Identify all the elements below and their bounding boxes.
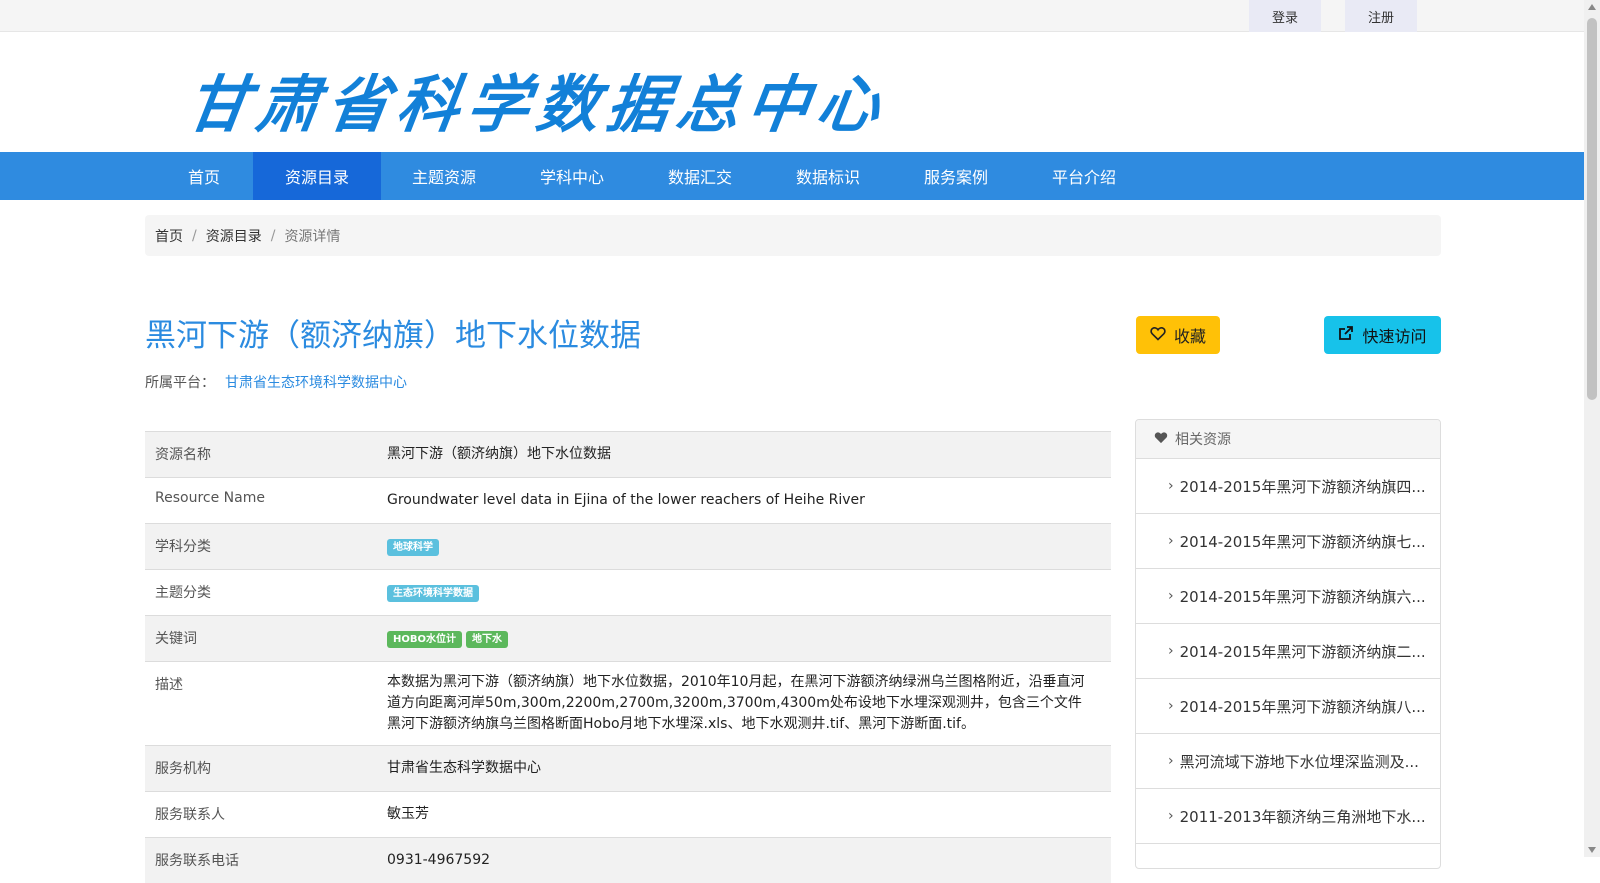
related-resources-panel: 相关资源 › 2014-2015年黑河下游额济纳旗四... › 2014-2015年… bbox=[1135, 419, 1441, 869]
related-resources-title: 相关资源 bbox=[1175, 432, 1231, 448]
main-nav: 首页 资源目录 主题资源 学科中心 数据汇交 数据标识 服务案例 平台介绍 bbox=[0, 152, 1584, 200]
detail-label: Resource Name bbox=[155, 490, 265, 506]
breadcrumb: 首页 / 资源目录 / 资源详情 bbox=[145, 215, 1441, 256]
detail-row-keywords: 关键词 HOBO水位计 地下水 bbox=[145, 615, 1111, 661]
chevron-right-icon: › bbox=[1168, 753, 1174, 769]
scrollbar-thumb[interactable] bbox=[1587, 18, 1597, 400]
detail-value: 甘肃省生态科学数据中心 bbox=[387, 760, 541, 776]
platform-link[interactable]: 甘肃省生态环境科学数据中心 bbox=[225, 375, 407, 391]
nav-item-theme-resources[interactable]: 主题资源 bbox=[380, 152, 508, 200]
nav-item-data-identifier[interactable]: 数据标识 bbox=[764, 152, 892, 200]
related-item[interactable]: › 2014-2015年黑河下游额济纳旗二... bbox=[1136, 624, 1440, 679]
nav-item-resource-catalog[interactable]: 资源目录 bbox=[253, 152, 381, 200]
related-item[interactable]: › 黑河流域下游地下水位埋深监测及... bbox=[1136, 734, 1440, 789]
detail-label: 服务联系人 bbox=[155, 807, 225, 823]
related-item-label: 2011-2013年额济纳三角洲地下水... bbox=[1179, 807, 1426, 826]
related-item[interactable]: › 2011-2013年额济纳三角洲地下水... bbox=[1136, 789, 1440, 844]
detail-label: 关键词 bbox=[155, 631, 197, 647]
chevron-right-icon: › bbox=[1168, 478, 1174, 494]
detail-value: HOBO水位计 地下水 bbox=[387, 616, 1111, 661]
platform-line: 所属平台： 甘肃省生态环境科学数据中心 bbox=[145, 372, 407, 392]
top-utility-bar: 登录 注册 bbox=[0, 0, 1584, 32]
detail-value: Groundwater level data in Ejina of the l… bbox=[387, 492, 865, 508]
nav-item-platform-intro[interactable]: 平台介绍 bbox=[1020, 152, 1148, 200]
breadcrumb-separator: / bbox=[270, 227, 276, 244]
detail-value: 黑河下游（额济纳旗）地下水位数据 bbox=[387, 446, 611, 462]
breadcrumb-separator: / bbox=[192, 227, 197, 244]
detail-row-name: 资源名称 黑河下游（额济纳旗）地下水位数据 bbox=[145, 431, 1111, 477]
related-item-label: 2014-2015年黑河下游额济纳旗七... bbox=[1179, 532, 1426, 551]
heart-icon bbox=[1154, 431, 1168, 448]
resource-detail-table: 资源名称 黑河下游（额济纳旗）地下水位数据 Resource Name Grou… bbox=[145, 431, 1111, 883]
scroll-down-arrow-icon[interactable] bbox=[1588, 847, 1596, 853]
detail-value: 本数据为黑河下游（额济纳旗）地下水位数据，2010年10月起，在黑河下游额济纳绿… bbox=[387, 674, 1085, 732]
keyword-tag[interactable]: 地下水 bbox=[466, 631, 508, 648]
page-title: 黑河下游（额济纳旗）地下水位数据 bbox=[145, 318, 641, 354]
quick-access-label: 快速访问 bbox=[1362, 327, 1427, 346]
detail-row-subject: 学科分类 地球科学 bbox=[145, 523, 1111, 569]
detail-value: 地球科学 bbox=[387, 524, 1111, 569]
related-resources-header: 相关资源 bbox=[1136, 420, 1440, 459]
detail-label: 服务联系电话 bbox=[155, 853, 239, 869]
nav-item-service-cases[interactable]: 服务案例 bbox=[892, 152, 1020, 200]
login-button[interactable]: 登录 bbox=[1249, 0, 1321, 32]
theme-tag[interactable]: 生态环境科学数据 bbox=[387, 585, 479, 602]
detail-label: 资源名称 bbox=[155, 447, 211, 463]
chevron-right-icon: › bbox=[1168, 643, 1174, 659]
detail-row-organization: 服务机构 甘肃省生态科学数据中心 bbox=[145, 745, 1111, 791]
site-logo[interactable]: 甘肃省科学数据总中心 bbox=[182, 54, 895, 144]
detail-value: 生态环境科学数据 bbox=[387, 570, 1111, 615]
detail-row-theme: 主题分类 生态环境科学数据 bbox=[145, 569, 1111, 615]
chevron-right-icon: › bbox=[1168, 533, 1174, 549]
detail-row-description: 描述 本数据为黑河下游（额济纳旗）地下水位数据，2010年10月起，在黑河下游额… bbox=[145, 661, 1111, 745]
nav-item-data-submission[interactable]: 数据汇交 bbox=[636, 152, 764, 200]
related-item-label: 黑河流域下游地下水位埋深监测及... bbox=[1179, 752, 1419, 771]
keyword-tag[interactable]: HOBO水位计 bbox=[387, 631, 462, 648]
detail-row-contact: 服务联系人 敏玉芳 bbox=[145, 791, 1111, 837]
heart-outline-icon bbox=[1150, 326, 1166, 345]
quick-access-button[interactable]: 快速访问 bbox=[1324, 316, 1441, 354]
page-scrollbar[interactable] bbox=[1584, 0, 1600, 857]
related-item-label: 2014-2015年黑河下游额济纳旗八... bbox=[1179, 697, 1426, 716]
scroll-up-arrow-icon[interactable] bbox=[1588, 4, 1596, 10]
subject-tag[interactable]: 地球科学 bbox=[387, 539, 439, 556]
detail-value: 0931-4967592 bbox=[387, 852, 491, 868]
chevron-right-icon: › bbox=[1168, 698, 1174, 714]
related-item[interactable]: › 2014-2015年黑河下游额济纳旗六... bbox=[1136, 569, 1440, 624]
breadcrumb-current: 资源详情 bbox=[284, 228, 341, 245]
favorite-label: 收藏 bbox=[1173, 327, 1206, 346]
related-item-label: 2014-2015年黑河下游额济纳旗六... bbox=[1179, 587, 1426, 606]
detail-label: 描述 bbox=[155, 677, 183, 693]
detail-value: 敏玉芳 bbox=[387, 806, 429, 822]
breadcrumb-home[interactable]: 首页 bbox=[155, 226, 183, 246]
related-item-label: 2014-2015年黑河下游额济纳旗二... bbox=[1179, 642, 1426, 661]
related-item[interactable]: › 2014-2015年黑河下游额济纳旗八... bbox=[1136, 679, 1440, 734]
detail-label: 主题分类 bbox=[155, 585, 211, 601]
breadcrumb-catalog[interactable]: 资源目录 bbox=[206, 226, 262, 246]
detail-label: 学科分类 bbox=[155, 539, 211, 555]
site-header: 甘肃省科学数据总中心 bbox=[0, 32, 1584, 152]
related-item-label: 2014-2015年黑河下游额济纳旗四... bbox=[1179, 477, 1426, 496]
nav-item-subject-center[interactable]: 学科中心 bbox=[508, 152, 636, 200]
nav-item-home[interactable]: 首页 bbox=[140, 152, 268, 200]
related-item[interactable]: › 2014-2015年黑河下游额济纳旗七... bbox=[1136, 514, 1440, 569]
related-item[interactable]: › 2014-2015年黑河下游额济纳旗四... bbox=[1136, 459, 1440, 514]
detail-label: 服务机构 bbox=[155, 761, 211, 777]
platform-label: 所属平台： bbox=[145, 375, 215, 391]
external-link-icon bbox=[1338, 325, 1354, 345]
chevron-right-icon: › bbox=[1168, 808, 1174, 824]
favorite-button[interactable]: 收藏 bbox=[1136, 316, 1220, 354]
chevron-right-icon: › bbox=[1168, 588, 1174, 604]
register-button[interactable]: 注册 bbox=[1345, 0, 1417, 32]
detail-row-phone: 服务联系电话 0931-4967592 bbox=[145, 837, 1111, 883]
detail-row-en-name: Resource Name Groundwater level data in … bbox=[145, 477, 1111, 523]
